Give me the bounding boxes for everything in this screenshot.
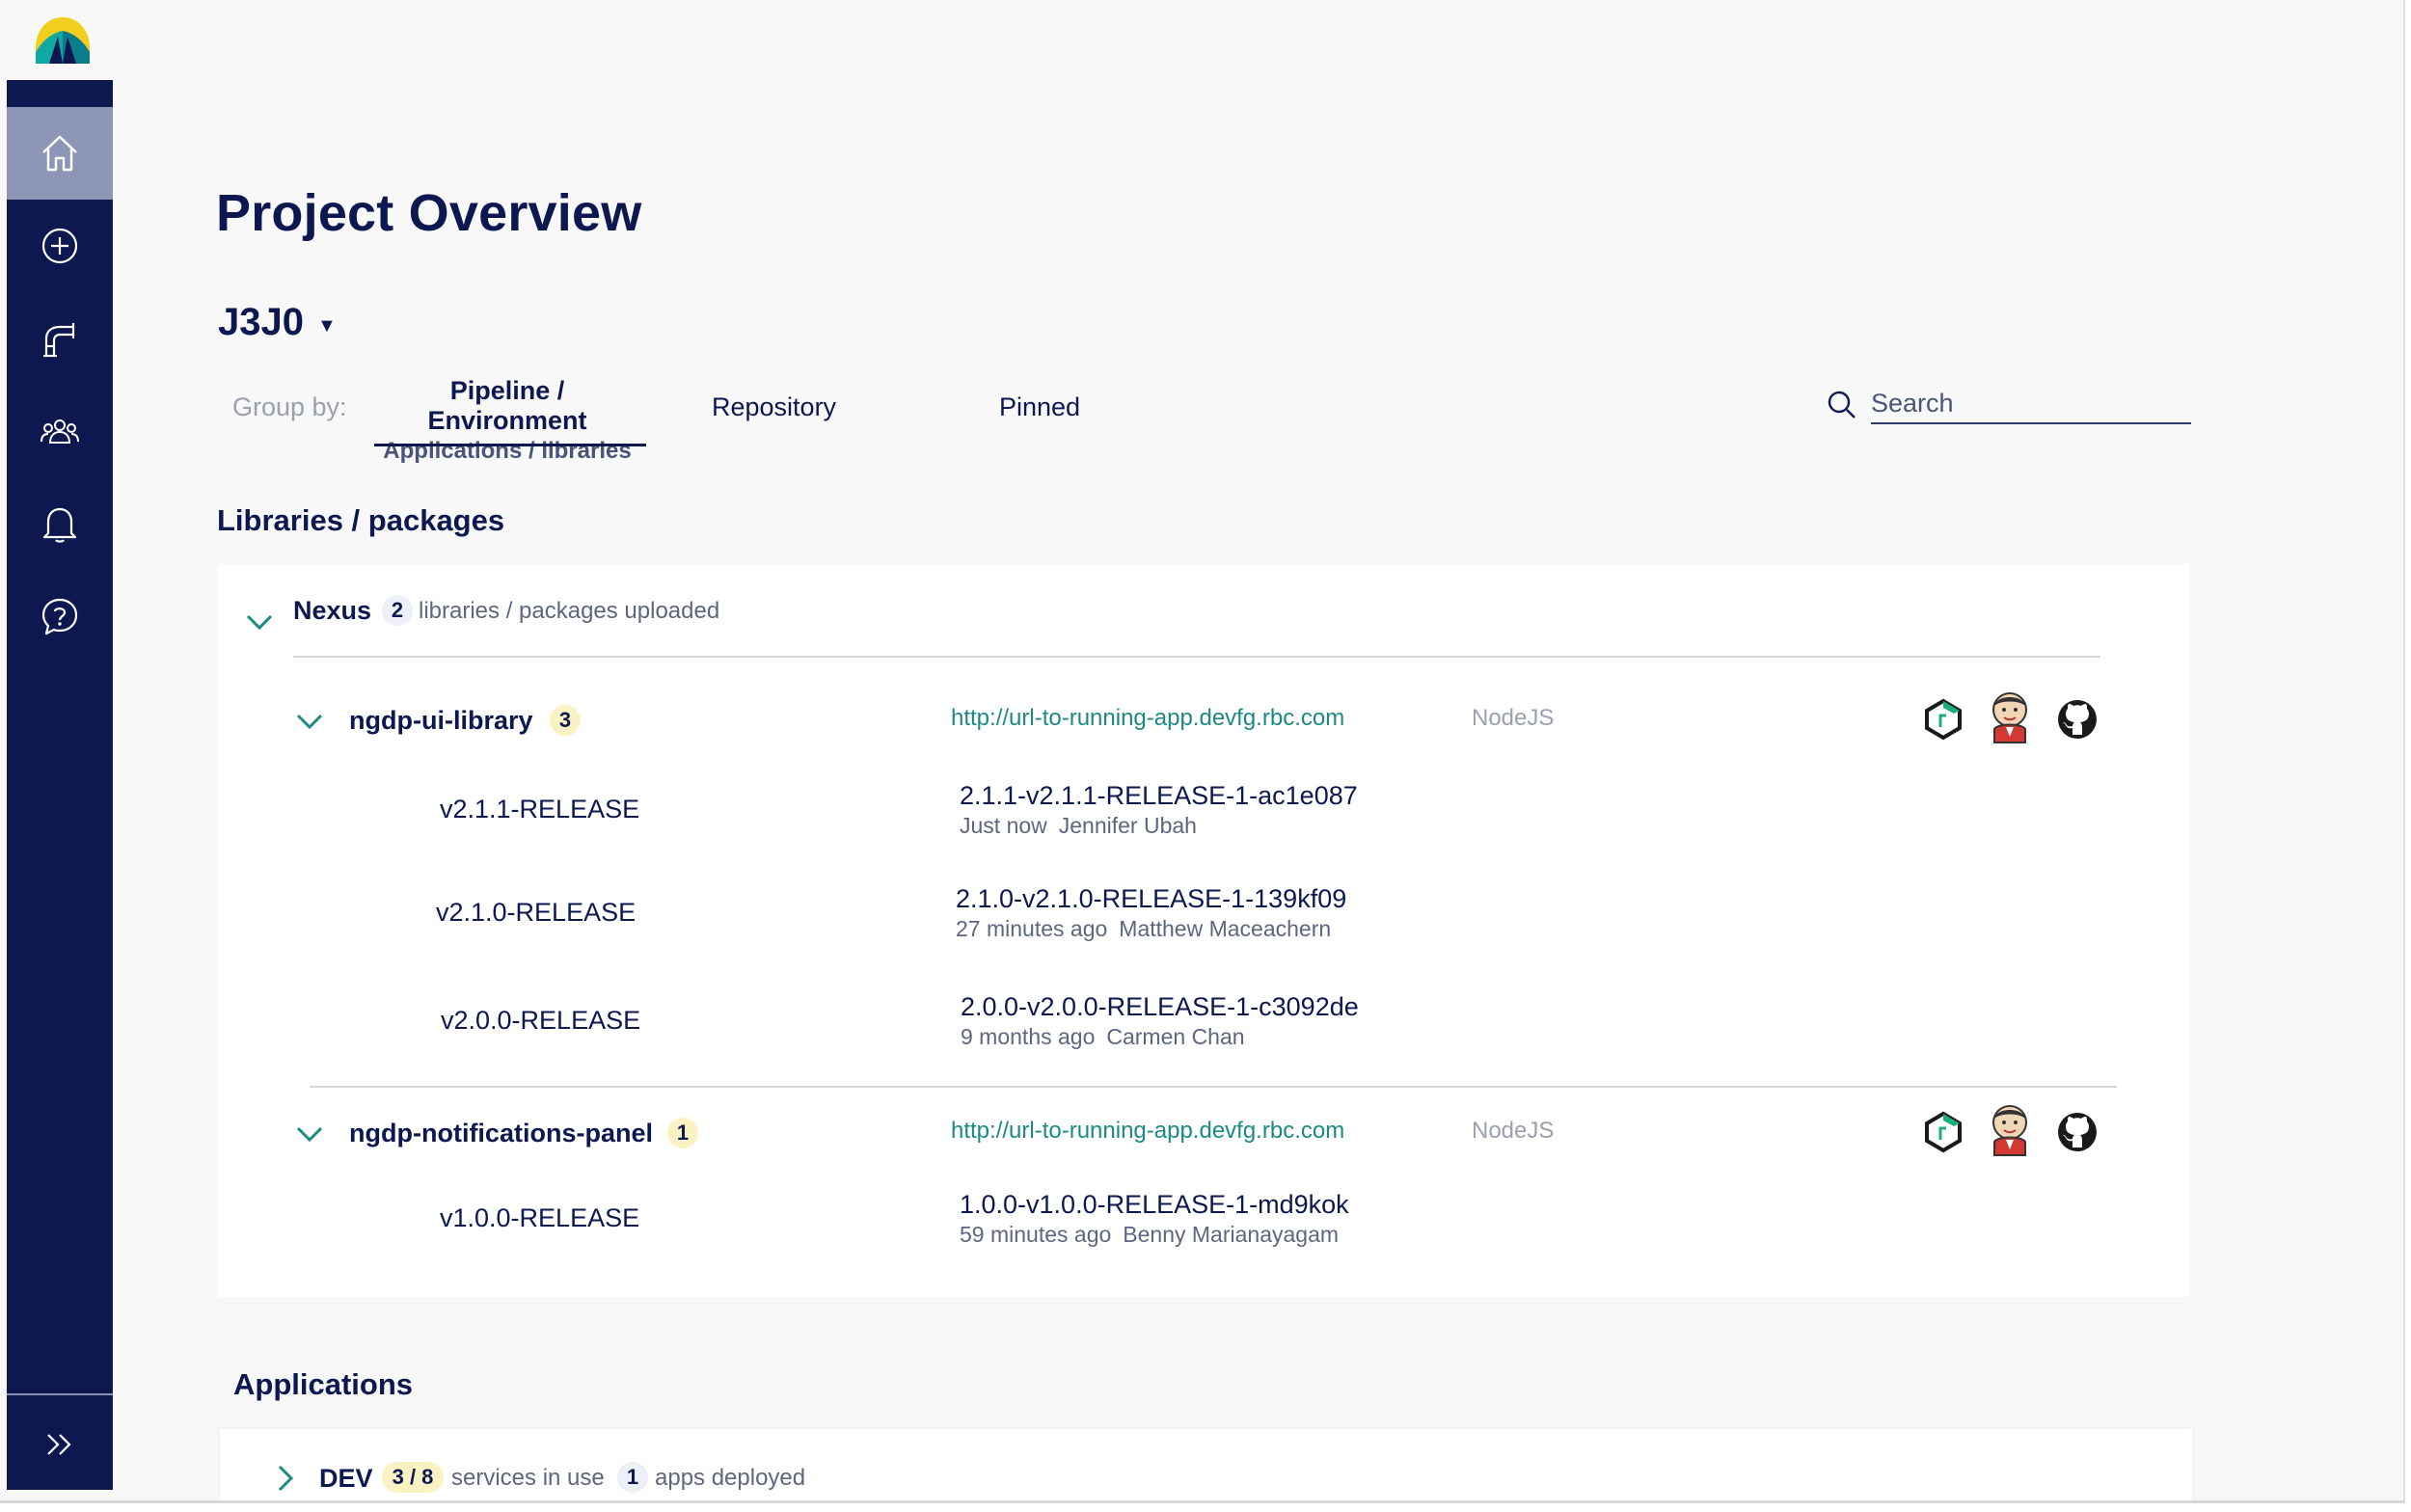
nav-pipelines[interactable] [7,292,113,385]
environment-name[interactable]: DEV [319,1464,373,1494]
release-id: 2.0.0-v2.0.0-RELEASE-1-c3092de [961,992,1359,1021]
version-tag[interactable]: v2.1.1-RELEASE [440,795,639,824]
home-icon [42,135,77,172]
version-count-badge: 1 [667,1118,698,1148]
group-by-label: Group by: [232,392,347,421]
release-meta: 27 minutes ago Matthew Maceachern [956,916,1331,942]
libraries-section-title: Libraries / packages [217,503,505,537]
release-meta: 59 minutes ago Benny Marianayagam [960,1222,1339,1248]
nexus-icon[interactable] [1922,698,1964,741]
brand-logo [36,17,90,64]
app-window: Project Overview J3J0 ▼ Group by: Pipeli… [0,0,2405,1503]
chevron-down-icon[interactable] [295,1120,324,1148]
nav-help[interactable] [7,570,113,662]
release-meta: Just now Jennifer Ubah [960,813,1197,839]
release-time: 59 minutes ago [960,1222,1112,1247]
tab-repository[interactable]: Repository [712,392,836,422]
version-tag[interactable]: v2.1.0-RELEASE [436,898,636,928]
app-url-link[interactable]: http://url-to-running-app.devfg.rbc.com [951,1118,1344,1145]
search-input[interactable] [1871,384,2191,424]
tab-label: Pipeline / Environment [427,376,587,435]
team-icon [41,419,79,444]
version-tag[interactable]: v2.0.0-RELEASE [441,1006,640,1036]
apps-text: apps deployed [655,1465,806,1491]
chevron-down-icon[interactable] [295,707,324,736]
project-code: J3J0 [218,301,304,343]
release-author: Carmen Chan [1106,1024,1245,1049]
release-id: 1.0.0-v1.0.0-RELEASE-1-md9kok [960,1190,1349,1219]
tab-pinned[interactable]: Pinned [999,392,1080,422]
chevron-right-icon[interactable] [271,1464,300,1493]
nav-notifications[interactable] [7,477,113,570]
library-name[interactable]: ngdp-notifications-panel [349,1119,653,1148]
release-author: Matthew Maceachern [1119,916,1332,941]
help-icon [41,598,78,635]
sidebar-expand-button[interactable] [7,1401,113,1488]
tab-pipeline-environment[interactable]: Pipeline / Environment Applications / li… [370,376,646,465]
release-time: Just now [960,813,1047,838]
active-tab-indicator [374,444,646,446]
github-icon[interactable] [2056,1111,2099,1153]
search-box [1827,384,2193,426]
chevron-down-icon[interactable] [245,608,274,636]
applications-section-title: Applications [233,1367,414,1401]
github-icon[interactable] [2056,698,2099,741]
library-name[interactable]: ngdp-ui-library [349,706,533,736]
version-count-badge: 3 [550,705,581,736]
release-time: 9 months ago [961,1024,1096,1049]
tech-label: NodeJS [1472,705,1555,731]
version-tag[interactable]: v1.0.0-RELEASE [440,1203,639,1233]
divider [310,1086,2117,1088]
release-id: 2.1.1-v2.1.1-RELEASE-1-ac1e087 [960,781,1358,810]
nav-home[interactable] [7,107,113,200]
pipeline-icon [43,323,75,358]
project-selector[interactable]: J3J0 ▼ [218,301,337,344]
page-title: Project Overview [216,184,642,242]
services-badge: 3 / 8 [382,1462,444,1493]
nexus-icon[interactable] [1922,1111,1964,1153]
tab-sublabel: Applications / libraries [383,438,632,464]
bell-icon [42,507,77,543]
tech-label: NodeJS [1472,1118,1555,1144]
divider [293,656,2100,658]
jenkins-icon[interactable] [1989,690,2031,746]
search-icon [1828,391,1856,418]
double-chevron-right-icon [47,1434,71,1455]
nexus-description: libraries / packages uploaded [419,598,720,624]
sidebar-divider [7,1393,113,1395]
release-time: 27 minutes ago [956,916,1108,941]
jenkins-icon[interactable] [1989,1103,2031,1159]
caret-down-icon: ▼ [316,315,337,337]
apps-badge: 1 [617,1462,648,1493]
release-meta: 9 months ago Carmen Chan [961,1024,1245,1050]
plus-circle-icon [41,228,78,264]
release-id: 2.1.0-v2.1.0-RELEASE-1-139kf09 [956,884,1347,913]
count-badge: 2 [382,595,413,626]
sidebar [7,80,113,1490]
app-url-link[interactable]: http://url-to-running-app.devfg.rbc.com [951,705,1344,732]
repository-name: Nexus [293,596,372,625]
release-author: Benny Marianayagam [1123,1222,1340,1247]
nav-teams[interactable] [7,385,113,477]
release-author: Jennifer Ubah [1058,813,1197,838]
services-text: services in use [451,1465,605,1491]
nav-create[interactable] [7,200,113,292]
